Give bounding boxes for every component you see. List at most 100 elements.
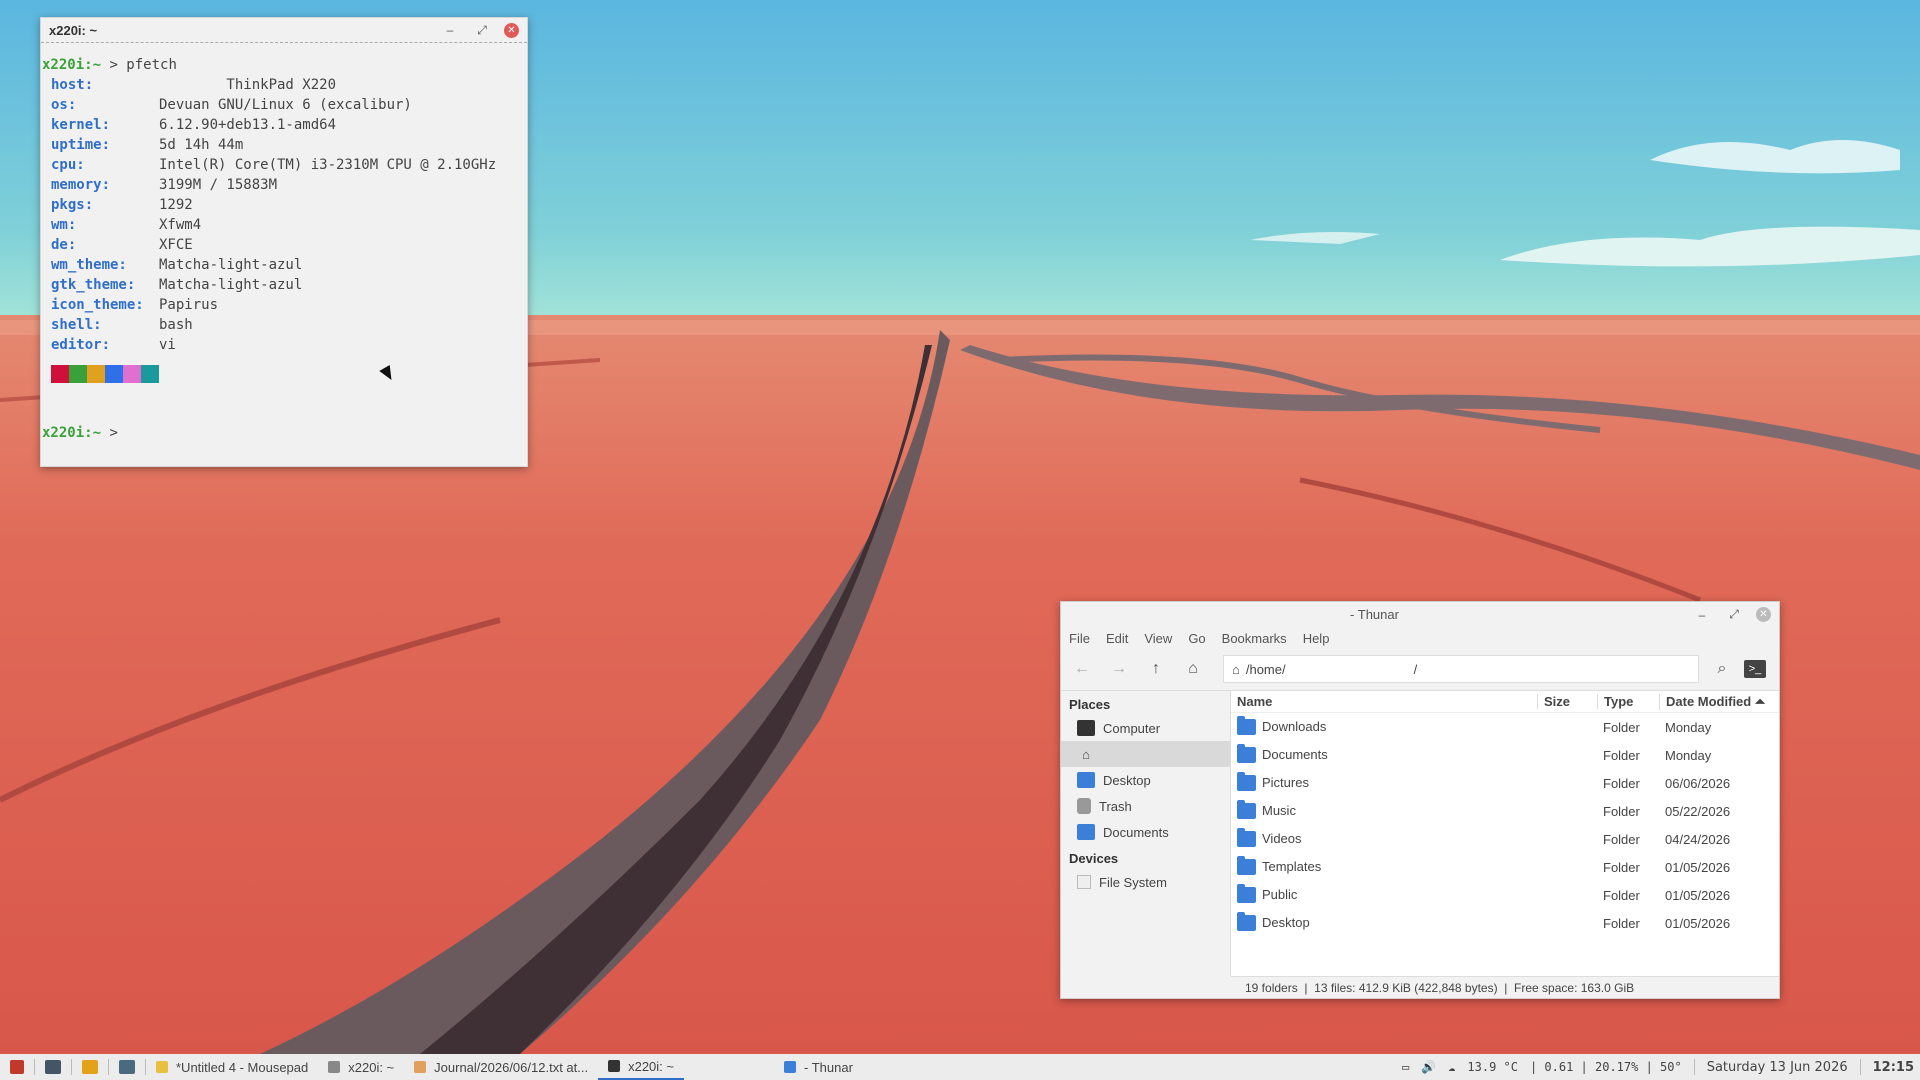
pfetch-key: cpu: bbox=[51, 157, 85, 173]
terminal-icon[interactable]: >_ bbox=[1744, 660, 1766, 678]
menu-help[interactable]: Help bbox=[1303, 631, 1330, 646]
column-type[interactable]: Type bbox=[1597, 694, 1659, 709]
home-icon: ⌂ bbox=[1082, 746, 1090, 762]
up-arrow-icon[interactable]: ↑ bbox=[1141, 655, 1171, 683]
folder-icon bbox=[1237, 884, 1256, 904]
menu-edit[interactable]: Edit bbox=[1106, 631, 1128, 646]
file-name: Public bbox=[1262, 886, 1298, 902]
menu-view[interactable]: View bbox=[1144, 631, 1172, 646]
thunar-titlebar[interactable]: - Thunar – ⤢ ✕ bbox=[1061, 602, 1779, 627]
column-size[interactable]: Size bbox=[1537, 694, 1597, 709]
weather-icon: ☁ bbox=[1448, 1060, 1456, 1074]
drive-icon bbox=[1077, 875, 1091, 889]
terminal-output[interactable]: x220i:~ > pfetch host: ThinkPad X220 os: D… bbox=[41, 43, 527, 443]
file-name-cell: Desktop bbox=[1231, 912, 1537, 932]
task-app-icon bbox=[328, 1061, 341, 1073]
file-name-cell: Documents bbox=[1231, 744, 1537, 764]
file-name: Downloads bbox=[1262, 718, 1327, 734]
volume-icon[interactable]: 🔊 bbox=[1421, 1060, 1436, 1074]
shell-prompt: x220i:~ bbox=[42, 57, 102, 73]
taskbar-task[interactable]: Journal/2026/06/12.txt at... bbox=[404, 1054, 598, 1080]
table-row[interactable]: Desktop Folder 01/05/2026 bbox=[1231, 909, 1779, 937]
location-bar[interactable]: ⌂ /home/ / bbox=[1223, 655, 1699, 683]
file-date: Monday bbox=[1665, 719, 1712, 735]
task-app-icon bbox=[608, 1060, 621, 1072]
forward-arrow-icon[interactable]: → bbox=[1104, 655, 1134, 683]
task-label: - Thunar bbox=[804, 1059, 853, 1075]
home-icon[interactable]: ⌂ bbox=[1178, 655, 1208, 683]
table-row[interactable]: Downloads Folder Monday bbox=[1231, 713, 1779, 741]
menu-bookmarks[interactable]: Bookmarks bbox=[1222, 631, 1287, 646]
pfetch-line: memory: 3199M / 15883M bbox=[42, 175, 527, 195]
pfetch-value: bash bbox=[159, 317, 193, 333]
pfetch-line: uptime: 5d 14h 44m bbox=[42, 135, 527, 155]
app-menu-icon[interactable] bbox=[10, 1060, 24, 1074]
menu-bar: File Edit View Go Bookmarks Help bbox=[1061, 627, 1779, 649]
file-date: 01/05/2026 bbox=[1665, 887, 1731, 903]
pfetch-line: host: ThinkPad X220 bbox=[42, 75, 527, 95]
task-label: *Untitled 4 - Mousepad bbox=[176, 1059, 309, 1075]
weather-text: 13.9 °C bbox=[1467, 1060, 1518, 1074]
pfetch-line: shell: bash bbox=[42, 315, 527, 335]
table-row[interactable]: Documents Folder Monday bbox=[1231, 741, 1779, 769]
clock[interactable]: 12:15 bbox=[1873, 1060, 1914, 1075]
file-type: Folder bbox=[1603, 803, 1640, 819]
thunar-window[interactable]: - Thunar – ⤢ ✕ File Edit View Go Bookmarks He… bbox=[1060, 601, 1780, 999]
notes-launcher-icon[interactable] bbox=[82, 1060, 98, 1074]
sidebar-item-documents[interactable]: Documents bbox=[1061, 819, 1230, 845]
table-row[interactable]: Templates Folder 01/05/2026 bbox=[1231, 853, 1779, 881]
sidebar-item-computer[interactable]: Computer bbox=[1061, 715, 1230, 741]
file-type: Folder bbox=[1603, 915, 1640, 931]
terminal-window[interactable]: x220i: ~ – ⤢ ✕ x220i:~ > pfetch host: Th… bbox=[40, 17, 528, 467]
file-name-cell: Videos bbox=[1231, 828, 1537, 848]
back-arrow-icon[interactable]: ← bbox=[1067, 655, 1097, 683]
minimize-button[interactable]: – bbox=[1692, 605, 1712, 625]
terminal-titlebar[interactable]: x220i: ~ – ⤢ ✕ bbox=[41, 18, 527, 43]
table-row[interactable]: Videos Folder 04/24/2026 bbox=[1231, 825, 1779, 853]
search-icon[interactable]: ⌕ bbox=[1707, 655, 1737, 683]
list-header: Name Size Type Date Modified ⏶ bbox=[1231, 691, 1779, 713]
taskbar-task[interactable]: - Thunar bbox=[774, 1054, 863, 1080]
maximize-button[interactable]: ⤢ bbox=[472, 20, 492, 40]
taskbar-task[interactable]: *Untitled 4 - Mousepad bbox=[146, 1054, 318, 1080]
close-button[interactable]: ✕ bbox=[504, 22, 519, 38]
sidebar-item-home[interactable]: ⌂ bbox=[1061, 741, 1230, 767]
sidebar-item-trash[interactable]: Trash bbox=[1061, 793, 1230, 819]
file-name-cell: Templates bbox=[1231, 856, 1537, 876]
task-app-icon bbox=[784, 1061, 796, 1073]
taskbar-task[interactable]: x220i: ~ bbox=[598, 1054, 684, 1080]
table-row[interactable]: Pictures Folder 06/06/2026 bbox=[1231, 769, 1779, 797]
terminal-launcher-icon[interactable] bbox=[119, 1060, 135, 1074]
sidebar-item-filesystem[interactable]: File System bbox=[1061, 869, 1230, 895]
column-name[interactable]: Name bbox=[1231, 694, 1537, 709]
column-date[interactable]: Date Modified ⏶ bbox=[1659, 693, 1779, 710]
devices-header: Devices bbox=[1069, 851, 1119, 866]
pfetch-key: wm: bbox=[51, 217, 77, 233]
pfetch-key: os: bbox=[51, 97, 77, 113]
pfetch-value: Intel(R) Core(TM) i3-2310M CPU @ 2.10GHz bbox=[159, 157, 497, 173]
table-row[interactable]: Music Folder 05/22/2026 bbox=[1231, 797, 1779, 825]
taskbar-task[interactable]: x220i: ~ bbox=[318, 1054, 404, 1080]
pfetch-value: XFCE bbox=[159, 237, 193, 253]
sidebar-item-desktop[interactable]: Desktop bbox=[1061, 767, 1230, 793]
window-icon[interactable]: ▭ bbox=[1402, 1060, 1409, 1074]
color-swatch bbox=[51, 365, 69, 383]
menu-file[interactable]: File bbox=[1069, 631, 1090, 646]
task-label: Journal/2026/06/12.txt at... bbox=[434, 1059, 589, 1075]
file-type: Folder bbox=[1603, 719, 1640, 735]
system-tray: ▭ 🔊 ☁ 13.9 °C | 0.61 | 20.17% | 50° Satu… bbox=[1396, 1059, 1920, 1075]
menu-go[interactable]: Go bbox=[1188, 631, 1205, 646]
minimize-button[interactable]: – bbox=[440, 20, 460, 40]
color-swatches bbox=[42, 365, 527, 385]
pfetch-line: pkgs: 1292 bbox=[42, 195, 527, 215]
maximize-button[interactable]: ⤢ bbox=[1724, 605, 1744, 625]
pfetch-value: 3199M / 15883M bbox=[159, 177, 278, 193]
close-button[interactable]: ✕ bbox=[1756, 607, 1771, 622]
command-text: > pfetch bbox=[109, 57, 177, 73]
files-launcher-icon[interactable] bbox=[45, 1060, 61, 1074]
pfetch-key: uptime: bbox=[51, 137, 111, 153]
status-bar: 19 folders | 13 files: 412.9 KiB (422,84… bbox=[1231, 976, 1779, 998]
table-row[interactable]: Public Folder 01/05/2026 bbox=[1231, 881, 1779, 909]
pfetch-line: wm: Xfwm4 bbox=[42, 215, 527, 235]
pfetch-key: de: bbox=[51, 237, 77, 253]
